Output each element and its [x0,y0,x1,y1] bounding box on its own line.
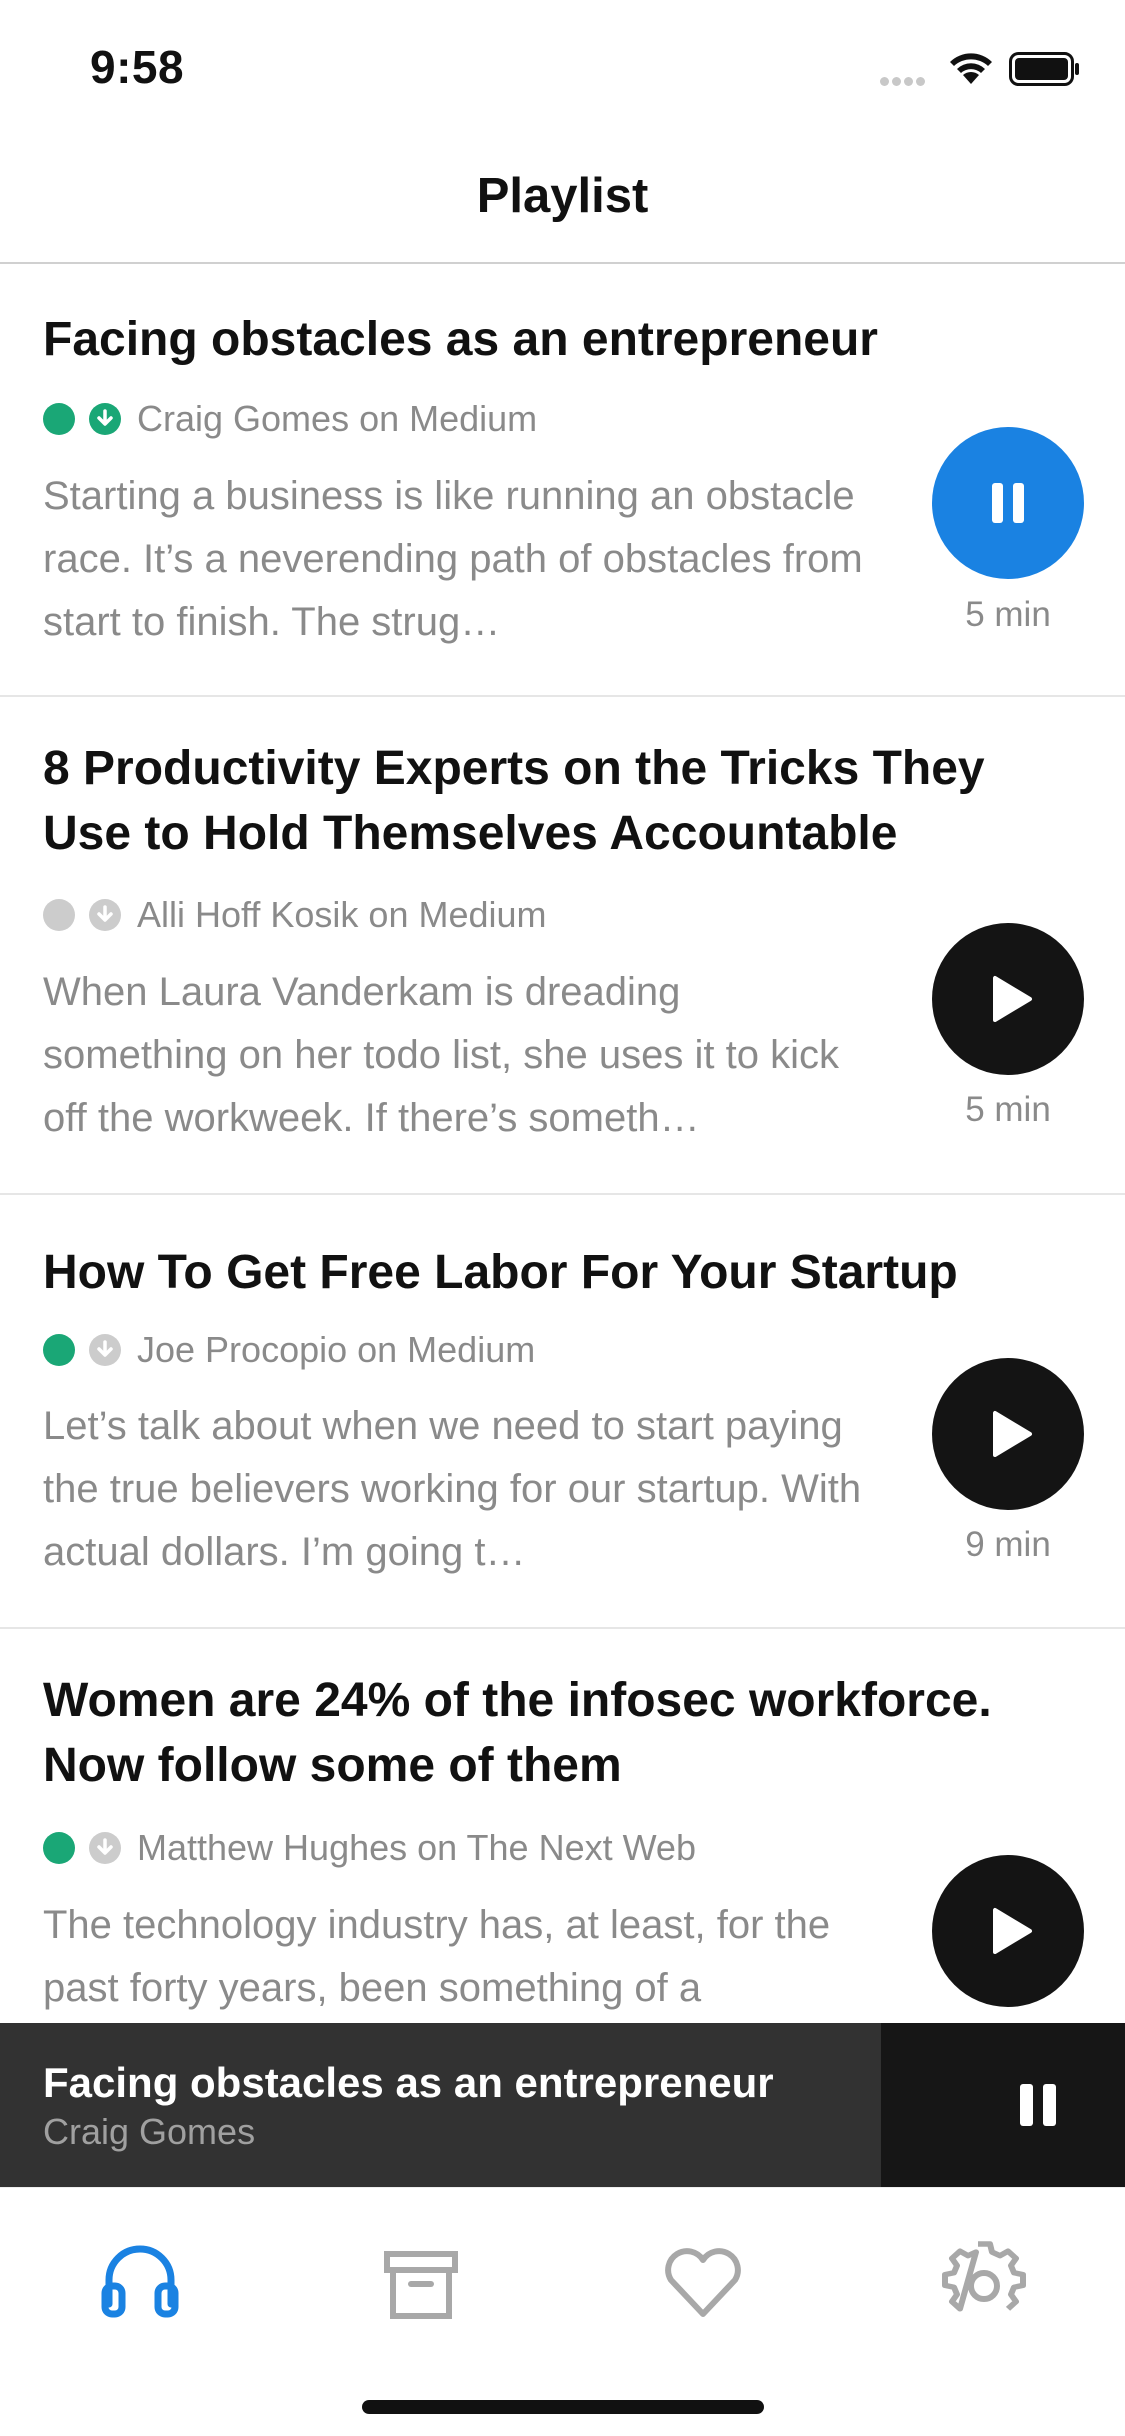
headphones-icon [101,2245,179,2318]
download-icon [89,1832,121,1864]
now-playing-title: Facing obstacles as an entrepreneur [43,2059,774,2106]
playlist-item[interactable]: 8 Productivity Experts on the Tricks The… [0,697,1125,1195]
download-icon [89,403,121,435]
item-duration: 9 min [965,1525,1051,1564]
status-time: 9:58 [90,41,185,93]
now-playing-pause-button[interactable] [881,2023,1125,2187]
archive-icon [384,2251,458,2319]
item-meta: Matthew Hughes on The Next Web [43,1827,696,1868]
play-button[interactable] [932,923,1084,1075]
playlist-item[interactable]: How To Get Free Labor For Your Startup J… [0,1195,1125,1629]
home-indicator [362,2400,764,2414]
playlist-item[interactable]: Facing obstacles as an entrepreneur Crai… [0,265,1125,697]
item-excerpt: Let’s talk about when we need to start p… [43,1404,862,1574]
item-title: Facing obstacles as an entrepreneur [43,313,878,366]
pause-button[interactable] [932,427,1084,579]
now-playing-artist: Craig Gomes [43,2111,256,2152]
item-title: 8 Productivity Experts on the Tricks The… [43,742,985,860]
play-button[interactable] [932,1358,1084,1510]
item-source: Alli Hoff Kosik on Medium [137,894,547,935]
status-dot [43,1334,75,1366]
item-meta: Joe Procopio on Medium [43,1329,536,1370]
download-icon [89,1334,121,1366]
item-meta: Alli Hoff Kosik on Medium [43,894,547,935]
navigation-bar: Playlist [0,140,1125,264]
play-button[interactable] [932,1855,1084,2007]
tab-bar [0,2187,1125,2436]
download-icon [89,899,121,931]
status-dot [43,1832,75,1864]
wifi-icon [948,50,994,86]
item-source: Matthew Hughes on The Next Web [137,1827,696,1868]
status-dot [43,403,75,435]
cellular-signal-icon [880,73,934,86]
playlist-item[interactable]: Women are 24% of the infosec workforce. … [0,1629,1125,2023]
heart-icon [665,2248,741,2317]
now-playing-bar[interactable]: Facing obstacles as an entrepreneur Crai… [0,2023,1125,2187]
status-dot [43,899,75,931]
tab-archive[interactable] [371,2232,471,2322]
item-duration: 5 min [965,595,1051,634]
item-excerpt: Starting a business is like running an o… [43,474,863,644]
item-meta: Craig Gomes on Medium [43,398,538,439]
item-title: How To Get Free Labor For Your Startup [43,1246,958,1299]
status-bar: 9:58 [0,0,1125,140]
page-title: Playlist [476,169,649,223]
battery-icon [1009,52,1081,86]
playlist[interactable]: Facing obstacles as an entrepreneur Crai… [0,265,1125,2023]
gear-icon [942,2241,1026,2312]
tab-settings[interactable] [934,2232,1034,2322]
item-excerpt: The technology industry has, at least, f… [43,1903,831,2010]
item-title: Women are 24% of the infosec workforce. … [43,1674,992,1792]
item-excerpt: When Laura Vanderkam is dreading somethi… [43,970,839,1140]
tab-favorites[interactable] [653,2232,753,2322]
item-duration: 5 min [965,1090,1051,1129]
item-source: Joe Procopio on Medium [137,1329,536,1370]
tab-playlist[interactable] [90,2232,190,2322]
item-source: Craig Gomes on Medium [137,398,538,439]
